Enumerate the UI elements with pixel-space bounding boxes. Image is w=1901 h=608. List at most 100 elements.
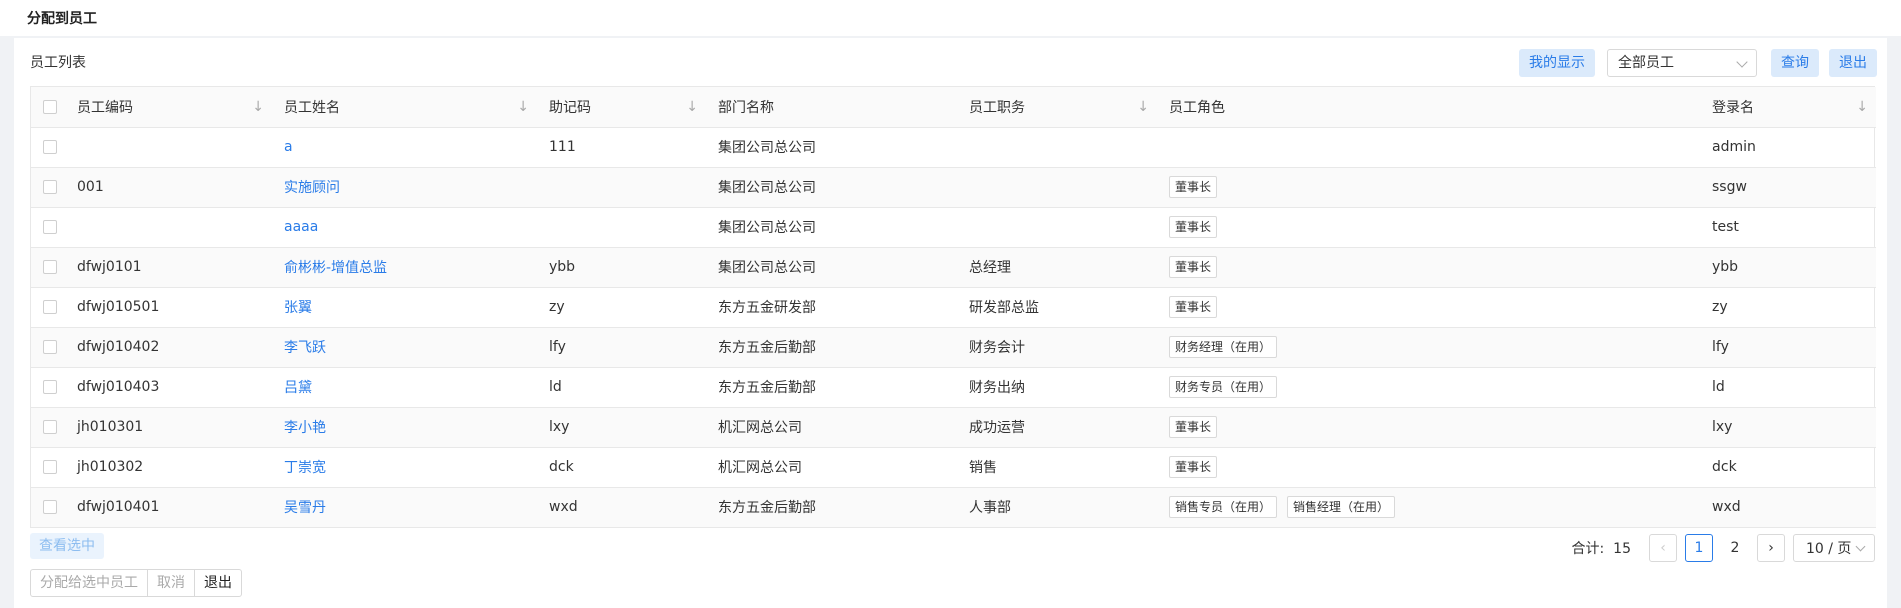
table-row[interactable]: aaaa 集团公司总公司 董事长 test bbox=[31, 207, 1876, 248]
mnemonic-cell: dck bbox=[537, 447, 706, 488]
department-cell: 东方五金后勤部 bbox=[706, 367, 957, 408]
row-checkbox[interactable] bbox=[43, 180, 57, 194]
checkbox-cell bbox=[31, 407, 65, 448]
department-cell: 机汇网总公司 bbox=[706, 407, 957, 448]
sort-down-icon[interactable]: ↓ bbox=[517, 99, 529, 115]
role-tag: 销售专员（在用） bbox=[1169, 496, 1278, 518]
mnemonic-cell: lfy bbox=[537, 327, 706, 368]
checkbox-cell bbox=[31, 167, 65, 208]
role-tag: 董事长 bbox=[1169, 416, 1218, 438]
row-checkbox[interactable] bbox=[43, 460, 57, 474]
assign-to-selected-button[interactable]: 分配给选中员工 bbox=[30, 569, 148, 597]
employee-name-link[interactable]: 吕黛 bbox=[272, 367, 537, 408]
employee-name-link[interactable]: a bbox=[272, 127, 537, 168]
row-checkbox[interactable] bbox=[43, 500, 57, 514]
chevron-left-icon: ‹ bbox=[1660, 540, 1666, 556]
employee-name-link[interactable]: aaaa bbox=[272, 207, 537, 248]
employee-code-cell: dfwj010501 bbox=[65, 287, 272, 328]
sort-down-icon[interactable]: ↓ bbox=[1856, 99, 1868, 115]
page-header: 分配到员工 bbox=[0, 0, 1901, 36]
row-checkbox[interactable] bbox=[43, 340, 57, 354]
employee-filter-value: 全部员工 bbox=[1618, 55, 1674, 71]
view-selected-button[interactable]: 查看选中 bbox=[30, 533, 104, 559]
row-checkbox[interactable] bbox=[43, 140, 57, 154]
employee-name[interactable]: 俞彬彬-增值总监 bbox=[284, 260, 387, 276]
table-row[interactable]: dfwj010402 李飞跃 lfy 东方五金后勤部 财务会计 财务经理（在用） lfy bbox=[31, 327, 1876, 368]
employee-filter-select[interactable]: 全部员工 bbox=[1607, 49, 1757, 77]
table-row[interactable]: dfwj010401 吴雪丹 wxd 东方五金后勤部 人事部 销售专员（在用） 销售经理（在… bbox=[31, 487, 1876, 528]
employee-code-cell: 001 bbox=[65, 167, 272, 208]
employee-name[interactable]: 张翼 bbox=[284, 300, 312, 316]
employee-code-cell bbox=[65, 127, 272, 168]
employee-name-link[interactable]: 俞彬彬-增值总监 bbox=[272, 247, 537, 288]
total-count: 合计: 15 bbox=[1571, 541, 1631, 557]
login-name-cell: admin bbox=[1700, 127, 1876, 168]
table-row[interactable]: dfwj010501 张翼 zy 东方五金研发部 研发部总监 董事长 zy bbox=[31, 287, 1876, 328]
department-cell: 东方五金后勤部 bbox=[706, 327, 957, 368]
employee-name[interactable]: a bbox=[284, 139, 293, 155]
employee-name[interactable]: 吕黛 bbox=[284, 380, 312, 396]
exit-button[interactable]: 退出 bbox=[1829, 49, 1877, 77]
prev-page-button[interactable]: ‹ bbox=[1649, 534, 1677, 562]
table-row[interactable]: dfwj0101 俞彬彬-增值总监 ybb 集团公司总公司 总经理 董事长 ybb bbox=[31, 247, 1876, 288]
mnemonic-cell: 111 bbox=[537, 127, 706, 168]
toolbar: 员工列表 我的显示 全部员工 查询 退出 bbox=[14, 38, 1887, 86]
position-cell: 人事部 bbox=[957, 487, 1157, 528]
employee-name-link[interactable]: 张翼 bbox=[272, 287, 537, 328]
column-header[interactable]: 员工职务 ↓ bbox=[957, 87, 1157, 128]
roles-cell bbox=[1157, 127, 1700, 168]
sort-down-icon[interactable]: ↓ bbox=[1137, 99, 1149, 115]
table-row[interactable]: a 111 集团公司总公司 admin bbox=[31, 127, 1876, 168]
employee-name[interactable]: 李小艳 bbox=[284, 420, 326, 436]
position-cell: 财务会计 bbox=[957, 327, 1157, 368]
column-header[interactable]: 员工编码 ↓ bbox=[65, 87, 272, 128]
select-all-checkbox[interactable] bbox=[43, 99, 57, 114]
employee-name[interactable]: 吴雪丹 bbox=[284, 500, 326, 516]
table-row[interactable]: 001 实施顾问 集团公司总公司 董事长 ssgw bbox=[31, 167, 1876, 208]
role-tag: 董事长 bbox=[1169, 176, 1218, 198]
table-row[interactable]: jh010301 李小艳 lxy 机汇网总公司 成功运营 董事长 lxy bbox=[31, 407, 1876, 448]
query-button[interactable]: 查询 bbox=[1771, 49, 1819, 77]
mnemonic-cell bbox=[537, 207, 706, 248]
employee-name-link[interactable]: 丁崇宽 bbox=[272, 447, 537, 488]
sort-down-icon[interactable]: ↓ bbox=[252, 99, 264, 115]
position-cell: 总经理 bbox=[957, 247, 1157, 288]
row-checkbox[interactable] bbox=[43, 420, 57, 434]
employee-name[interactable]: 实施顾问 bbox=[284, 180, 340, 196]
row-checkbox[interactable] bbox=[43, 260, 57, 274]
column-header[interactable]: 助记码 ↓ bbox=[537, 87, 706, 128]
role-tag: 董事长 bbox=[1169, 456, 1218, 478]
employee-name-link[interactable]: 实施顾问 bbox=[272, 167, 537, 208]
page-1-button[interactable]: 1 bbox=[1685, 534, 1713, 562]
employee-name[interactable]: aaaa bbox=[284, 219, 318, 235]
row-checkbox[interactable] bbox=[43, 220, 57, 234]
employee-name[interactable]: 丁崇宽 bbox=[284, 460, 326, 476]
column-header[interactable]: 员工姓名 ↓ bbox=[272, 87, 537, 128]
exit-footer-button[interactable]: 退出 bbox=[194, 569, 242, 597]
position-cell: 财务出纳 bbox=[957, 367, 1157, 408]
table-footer: 查看选中 合计: 15 ‹ 1 2 › 10 / 页 bbox=[30, 533, 1875, 563]
table-row[interactable]: jh010302 丁崇宽 dck 机汇网总公司 销售 董事长 dck bbox=[31, 447, 1876, 488]
checkbox-cell bbox=[31, 247, 65, 288]
position-cell: 研发部总监 bbox=[957, 287, 1157, 328]
column-header[interactable]: 登录名 ↓ bbox=[1700, 87, 1876, 128]
page-size-select[interactable]: 10 / 页 bbox=[1793, 534, 1875, 562]
page-2-button[interactable]: 2 bbox=[1721, 540, 1749, 556]
row-checkbox[interactable] bbox=[43, 300, 57, 314]
employee-name-link[interactable]: 李飞跃 bbox=[272, 327, 537, 368]
my-display-button[interactable]: 我的显示 bbox=[1519, 49, 1595, 77]
sort-down-icon[interactable]: ↓ bbox=[686, 99, 698, 115]
mnemonic-cell: zy bbox=[537, 287, 706, 328]
roles-cell: 董事长 bbox=[1157, 407, 1700, 448]
select-all-cell bbox=[31, 87, 65, 128]
login-name-cell: lfy bbox=[1700, 327, 1876, 368]
next-page-button[interactable]: › bbox=[1757, 534, 1785, 562]
login-name-cell: ybb bbox=[1700, 247, 1876, 288]
employee-name-link[interactable]: 李小艳 bbox=[272, 407, 537, 448]
employee-name-link[interactable]: 吴雪丹 bbox=[272, 487, 537, 528]
employee-code-cell: dfwj010401 bbox=[65, 487, 272, 528]
employee-name[interactable]: 李飞跃 bbox=[284, 340, 326, 356]
table-row[interactable]: dfwj010403 吕黛 ld 东方五金后勤部 财务出纳 财务专员（在用） ld bbox=[31, 367, 1876, 408]
row-checkbox[interactable] bbox=[43, 380, 57, 394]
cancel-button[interactable]: 取消 bbox=[147, 569, 195, 597]
